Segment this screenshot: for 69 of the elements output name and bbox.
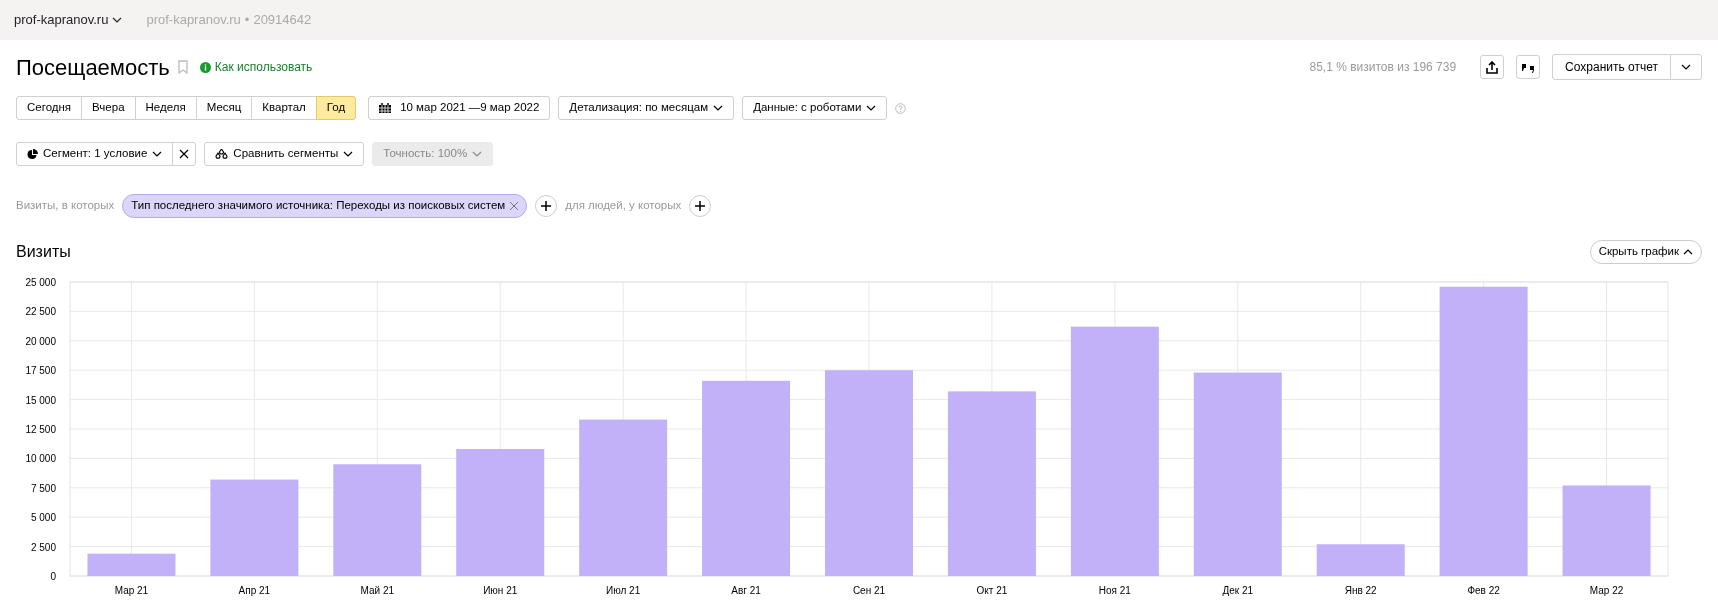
period-tab[interactable]: Неделя bbox=[134, 96, 197, 120]
y-axis-label: 0 bbox=[50, 571, 56, 582]
y-axis-label: 25 000 bbox=[25, 277, 56, 288]
save-report-button[interactable]: Сохранить отчет bbox=[1552, 54, 1671, 80]
y-axis-label: 5 000 bbox=[30, 512, 56, 524]
period-tab[interactable]: Квартал bbox=[251, 96, 317, 120]
hide-chart-button[interactable]: Скрыть график bbox=[1589, 240, 1702, 264]
y-axis-label: 10 000 bbox=[25, 453, 56, 465]
export-icon[interactable] bbox=[1480, 55, 1505, 79]
chevron-down-icon bbox=[472, 151, 483, 157]
x-axis-label: Май 21 bbox=[360, 585, 395, 596]
x-axis-label: Авг 21 bbox=[731, 585, 761, 596]
period-tab[interactable]: Вчера bbox=[81, 96, 136, 120]
visits-summary: 85,1 % визитов из 196 739 bbox=[1309, 59, 1457, 76]
segment-dropdown[interactable]: Сегмент: 1 условие bbox=[16, 142, 174, 166]
dropdown-button[interactable]: Детализация: по месяцам bbox=[558, 96, 735, 120]
info-icon bbox=[199, 61, 211, 73]
y-axis-label: 7 500 bbox=[30, 482, 56, 494]
period-tab[interactable]: Год bbox=[315, 96, 357, 120]
dropdown-button[interactable]: Данные: с роботами bbox=[742, 96, 888, 120]
x-axis-label: Дек 21 bbox=[1222, 585, 1254, 596]
y-axis-label: 15 000 bbox=[25, 394, 56, 406]
x-axis-label: Июн 21 bbox=[483, 585, 518, 596]
separator-dot: • bbox=[244, 11, 250, 30]
people-filter-label: для людей, у которых bbox=[565, 198, 682, 214]
x-axis-label: Окт 21 bbox=[976, 585, 1008, 596]
calendar-icon bbox=[379, 103, 392, 113]
x-axis-label: Ноя 21 bbox=[1098, 585, 1131, 596]
pie-chart-icon bbox=[27, 148, 38, 160]
help-link[interactable]: Как использовать bbox=[199, 58, 313, 76]
x-axis-label: Янв 22 bbox=[1344, 585, 1377, 596]
x-axis-label: Фев 22 bbox=[1467, 585, 1500, 596]
x-axis-label: Сен 21 bbox=[852, 585, 886, 596]
chevron-down-icon bbox=[112, 17, 123, 23]
site-name: prof-kapranov.ru bbox=[146, 11, 241, 30]
chevron-up-icon bbox=[1683, 249, 1693, 255]
chevron-down-icon bbox=[866, 105, 877, 111]
chart-title: Визиты bbox=[16, 242, 71, 262]
chevron-down-icon bbox=[152, 151, 163, 157]
x-axis-label: Июл 21 bbox=[606, 585, 641, 596]
y-axis-label: 2 500 bbox=[30, 541, 56, 553]
y-axis-label: 12 500 bbox=[25, 424, 56, 435]
x-axis-label: Мар 22 bbox=[1589, 585, 1624, 596]
clear-segment-button[interactable] bbox=[172, 142, 197, 166]
compare-segments-dropdown[interactable]: Сравнить сегменты bbox=[204, 142, 365, 166]
quote-icon[interactable] bbox=[1516, 55, 1541, 79]
add-condition-button[interactable] bbox=[535, 195, 558, 217]
y-axis-label: 22 500 bbox=[25, 306, 56, 318]
x-axis-label: Мар 21 bbox=[114, 585, 149, 596]
close-icon bbox=[179, 149, 190, 159]
plus-icon bbox=[541, 201, 552, 211]
x-axis-label: Апр 21 bbox=[238, 585, 271, 596]
filter-tag[interactable]: Тип последнего значимого источника: Переходы из поисковых систем bbox=[122, 194, 528, 218]
date-range-picker[interactable]: 10 мар 2021 —9 мар 2022 bbox=[368, 96, 551, 120]
counter-id: 20914642 bbox=[253, 11, 312, 30]
chevron-down-icon bbox=[713, 105, 724, 111]
chevron-down-icon bbox=[1681, 64, 1691, 70]
period-tab[interactable]: Месяц bbox=[195, 96, 253, 120]
y-axis-label: 20 000 bbox=[25, 335, 56, 347]
y-axis-label: 17 500 bbox=[25, 365, 56, 377]
plus-icon bbox=[695, 201, 706, 211]
report-title: Посещаемость bbox=[16, 53, 170, 82]
close-icon[interactable] bbox=[510, 202, 519, 210]
site-selector[interactable]: prof-kapranov.ru bbox=[14, 10, 123, 30]
chevron-down-icon bbox=[343, 151, 354, 157]
drops-icon bbox=[215, 148, 229, 160]
filter-prefix: Визиты, в которых bbox=[16, 198, 115, 214]
period-tab[interactable]: Сегодня bbox=[16, 96, 83, 120]
add-people-condition-button[interactable] bbox=[689, 195, 712, 217]
